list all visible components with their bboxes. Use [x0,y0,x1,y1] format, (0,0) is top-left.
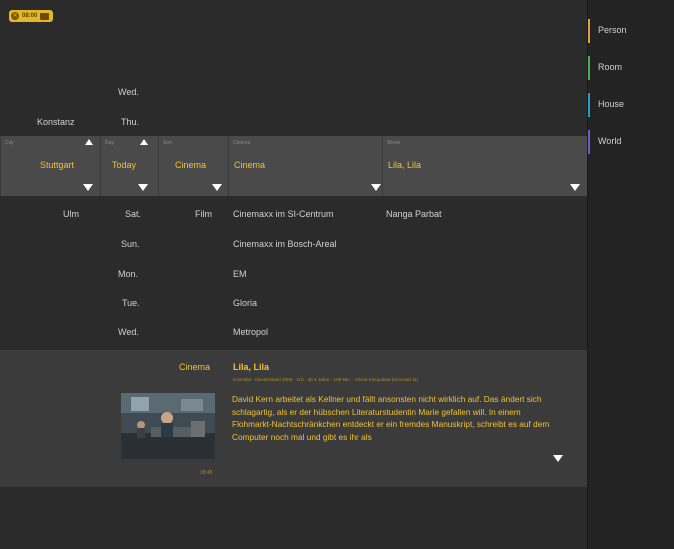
detail-meta: Komödie · Deutschland 2009 · 110 · ab 6 … [233,377,419,382]
venue-option[interactable]: Gloria [233,298,257,308]
venue-picker-value: Cinema [234,160,266,170]
category-person[interactable]: Person [588,17,674,45]
detail-description: David Kern arbeitet als Kellner und fäll… [232,394,550,442]
city-picker[interactable]: City Stuttgart [0,136,101,196]
category-person-color-bar [588,19,590,43]
day-option-below[interactable]: Mon. [118,269,138,279]
category-house-label: House [598,99,625,109]
venue-option[interactable]: EM [233,269,247,279]
movie-still-image [121,393,215,459]
category-person-label: Person [598,25,627,35]
type-picker-caption: Sort [163,140,173,146]
detail-title: Lila, Lila [233,362,270,372]
category-world[interactable]: World [588,128,674,156]
day-option-below[interactable]: Wed. [118,327,139,337]
day-option-above-2[interactable]: Wed. [118,87,139,97]
day-option-below[interactable]: Sat. [125,209,141,219]
category-house-color-bar [588,93,590,117]
expand-description-arrow-icon[interactable] [553,455,563,462]
city-picker-value: Stuttgart [40,160,75,170]
city-picker-caption: City [5,140,14,146]
detail-category: Cinema [179,362,211,372]
venue-option[interactable]: Metropol [233,327,268,337]
title-down-arrow-icon[interactable] [570,184,580,191]
venue-down-arrow-icon[interactable] [371,184,381,191]
category-room[interactable]: Room [588,54,674,82]
category-world-label: World [598,136,622,146]
category-sidebar: Person Room House World [587,0,674,549]
category-room-color-bar [588,56,590,80]
venue-option[interactable]: Cinemaxx im Bosch-Areal [233,239,337,249]
venue-picker[interactable]: Cinema Cinema [228,136,383,196]
close-icon[interactable]: ✕ [11,12,19,20]
title-picker-value: Lila, Lila [388,160,422,170]
type-picker-value: Cinema [175,160,207,170]
day-picker-caption: Day [105,140,114,146]
venue-picker-caption: Cinema [233,140,251,146]
category-room-label: Room [598,62,623,72]
city-down-arrow-icon[interactable] [83,184,93,191]
city-option-above[interactable]: Konstanz [37,117,75,127]
city-option-below[interactable]: Ulm [63,209,79,219]
title-option-below[interactable]: Nanga Parbat [386,209,442,219]
day-picker-value: Today [112,160,137,170]
category-house[interactable]: House [588,91,674,119]
title-picker[interactable]: Movie Lila, Lila [382,136,588,196]
day-up-arrow-icon[interactable] [140,139,148,145]
city-up-arrow-icon[interactable] [85,139,93,145]
screen-icon[interactable] [40,12,50,20]
type-down-arrow-icon[interactable] [212,184,222,191]
category-world-color-bar [588,130,590,154]
venue-option[interactable]: Cinemaxx im SI-Centrum [233,209,334,219]
clock-time: 08:00 [22,13,38,19]
day-down-arrow-icon[interactable] [138,184,148,191]
day-option-below[interactable]: Sun. [121,239,140,249]
title-picker-caption: Movie [387,140,401,146]
type-option-below[interactable]: Film [195,209,212,219]
day-option-below[interactable]: Tue. [122,298,140,308]
day-option-above-1[interactable]: Thu. [121,117,139,127]
day-picker[interactable]: Day Today [100,136,159,196]
clock-widget[interactable]: ✕ 08:00 [9,10,54,22]
type-picker[interactable]: Sort Cinema [158,136,229,196]
detail-showtime: 18:45 [200,470,213,476]
